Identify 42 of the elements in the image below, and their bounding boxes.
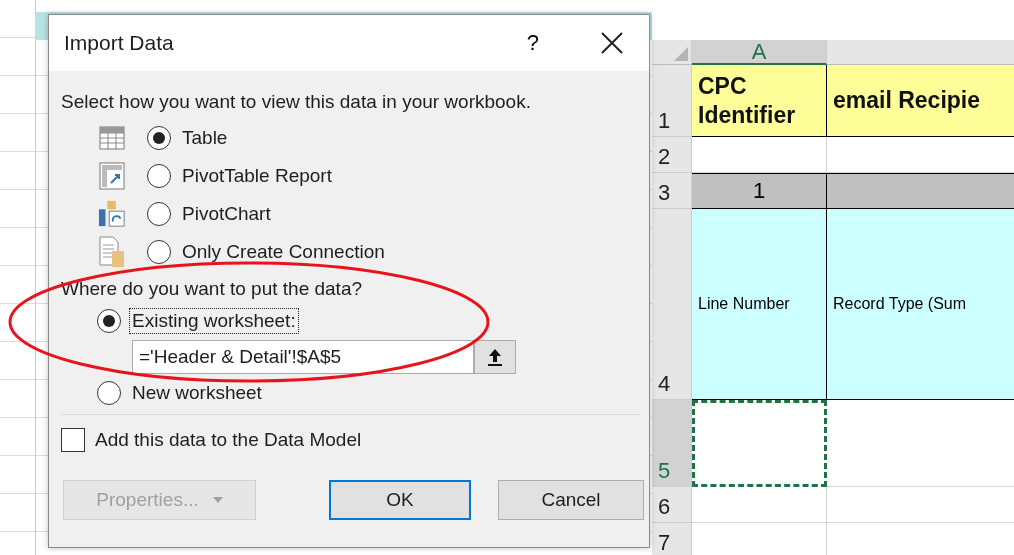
row-header[interactable]: 6 — [652, 487, 692, 523]
option-label[interactable]: Existing worksheet: — [129, 308, 299, 334]
row-header[interactable]: 1 — [652, 65, 692, 137]
table-cell: Line Number — [692, 209, 827, 400]
radio-button[interactable] — [97, 381, 121, 405]
row-header[interactable]: 4 — [652, 209, 692, 400]
option-label[interactable]: Only Create Connection — [179, 239, 388, 265]
close-icon[interactable] — [601, 32, 623, 54]
radio-button[interactable] — [147, 202, 171, 226]
row-header[interactable]: 7 — [652, 523, 692, 555]
option-label[interactable]: PivotTable Report — [179, 163, 335, 189]
row-header[interactable]: 5 — [652, 400, 692, 487]
radio-button[interactable] — [97, 309, 121, 333]
table-cell: 1 — [692, 173, 827, 209]
radio-button[interactable] — [147, 126, 171, 150]
help-button[interactable]: ? — [526, 30, 539, 56]
caret-icon — [212, 497, 223, 503]
pivot-table-icon — [98, 161, 126, 191]
option-label[interactable]: New worksheet — [129, 380, 265, 406]
section-heading: Where do you want to put the data? — [61, 277, 364, 301]
connection-icon — [98, 235, 126, 269]
upload-arrow-icon — [487, 348, 503, 366]
pivot-chart-icon — [98, 199, 126, 229]
table-cell: CPC Identifier — [692, 65, 827, 137]
table-cell: Record Type (Sum — [827, 209, 1014, 400]
option-label[interactable]: Table — [179, 125, 231, 151]
collapse-button[interactable] — [474, 340, 516, 374]
row-header[interactable]: 2 — [652, 137, 692, 173]
checkbox-label[interactable]: Add this data to the Data Model — [95, 429, 362, 451]
radio-button[interactable] — [147, 164, 171, 188]
dialog-button[interactable]: OK — [329, 480, 471, 520]
dialog-title: Import Data — [64, 31, 175, 55]
option-label[interactable]: PivotChart — [179, 201, 274, 227]
column-header[interactable]: A — [692, 40, 827, 65]
table-cell: email Recipie — [827, 65, 1014, 137]
checkbox[interactable] — [61, 428, 85, 452]
radio-button[interactable] — [147, 240, 171, 264]
table-icon — [98, 125, 126, 151]
instruction-text: Select how you want to view this data in your workbook. — [61, 90, 532, 114]
dialog-button[interactable]: Cancel — [498, 480, 644, 520]
row-header[interactable]: 3 — [652, 173, 692, 209]
range-field[interactable]: ='Header & Detail'!$A$5 — [132, 340, 474, 374]
